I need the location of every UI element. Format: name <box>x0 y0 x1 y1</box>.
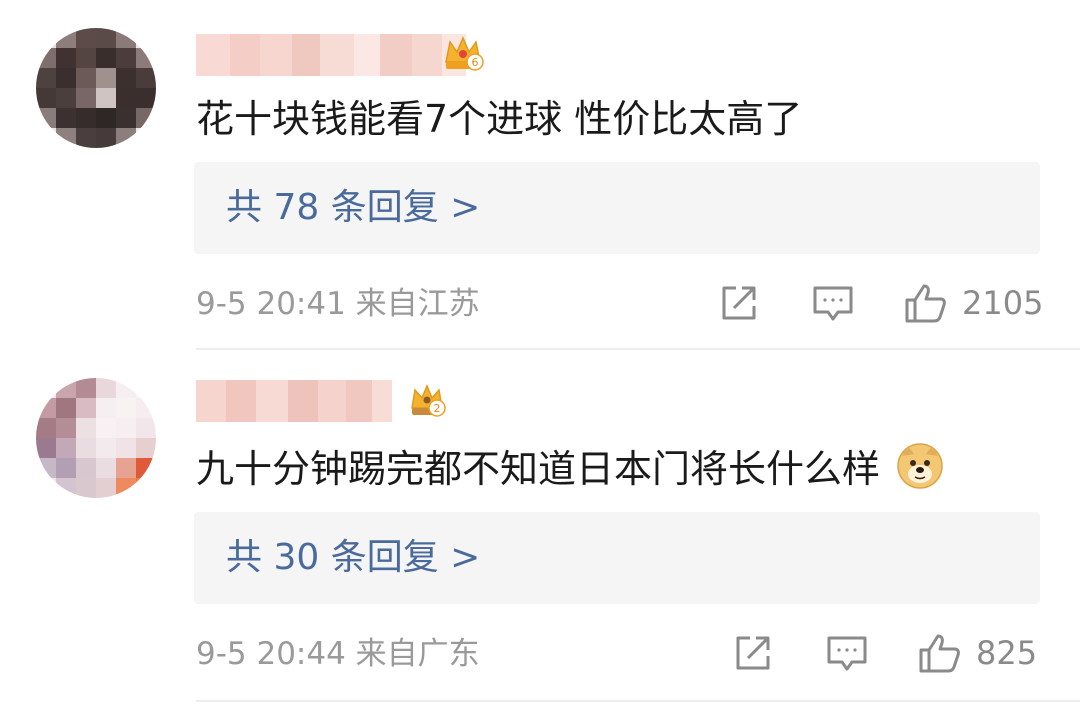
comment-text: 九十分钟踢完都不知道日本门将长什么样 <box>196 442 944 502</box>
share-icon[interactable] <box>720 284 758 322</box>
comment-item: 6 花十块钱能看7个进球 性价比太高了 共 78 条回复 > 9-5 20:41… <box>0 0 1080 350</box>
like-count: 2105 <box>962 284 1044 322</box>
comment-item: 2 九十分钟踢完都不知道日本门将长什么样 共 30 条回复 > 9-5 20:4… <box>0 350 1080 726</box>
like-button[interactable]: 2105 <box>904 282 1043 324</box>
comment-text: 花十块钱能看7个进球 性价比太高了 <box>196 97 803 141</box>
comment-meta: 9-5 20:41 来自江苏 <box>196 286 480 322</box>
comment-icon[interactable] <box>826 634 868 674</box>
reply-summary-link[interactable]: 共 30 条回复 > <box>226 534 480 582</box>
comment-text-body: 九十分钟踢完都不知道日本门将长什么样 <box>196 447 881 491</box>
avatar[interactable] <box>36 28 156 148</box>
badge-level: 2 <box>434 402 441 415</box>
username-blurred[interactable] <box>196 34 466 76</box>
badge-level: 6 <box>472 56 479 69</box>
comment-meta: 9-5 20:44 来自广东 <box>196 636 480 672</box>
reply-summary-link[interactable]: 共 78 条回复 > <box>226 184 480 232</box>
avatar[interactable] <box>36 378 156 498</box>
divider <box>196 700 1080 702</box>
comment-icon[interactable] <box>812 284 854 324</box>
like-button[interactable]: 825 <box>918 632 1037 674</box>
share-icon[interactable] <box>734 634 772 672</box>
reply-summary-box[interactable]: 共 30 条回复 > <box>194 512 1040 604</box>
like-count: 825 <box>976 634 1038 672</box>
crown-badge-icon: 6 <box>442 32 484 74</box>
reply-summary-box[interactable]: 共 78 条回复 > <box>194 162 1040 254</box>
thumbs-up-icon <box>919 634 960 673</box>
thumbs-up-icon <box>905 284 946 323</box>
crown-badge-icon: 2 <box>406 380 448 422</box>
doge-emoji-icon <box>896 442 944 502</box>
username-blurred[interactable] <box>196 380 392 422</box>
